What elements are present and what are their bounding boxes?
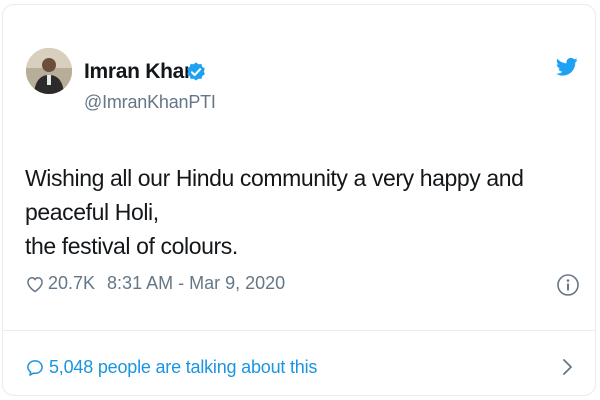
divider <box>3 330 595 331</box>
like-count[interactable]: 20.7K <box>48 273 95 294</box>
verified-badge-icon <box>187 62 205 81</box>
tweet-text-line-2: the festival of colours. <box>25 233 238 259</box>
tweet-text: Wishing all our Hindu community a very h… <box>25 161 585 263</box>
heart-icon[interactable] <box>25 274 45 294</box>
tweet-text-line-1: Wishing all our Hindu community a very h… <box>25 165 524 225</box>
tweet-meta: 20.7K 8:31 AM - Mar 9, 2020 <box>25 273 285 294</box>
talking-about-link[interactable]: 5,048 people are talking about this <box>25 357 317 378</box>
tweet-card[interactable]: Imran Khan @ImranKhanPTI Wishing all our… <box>2 4 596 396</box>
talking-about-text[interactable]: 5,048 people are talking about this <box>49 357 317 378</box>
twitter-bird-icon[interactable] <box>556 57 578 77</box>
author-handle[interactable]: @ImranKhanPTI <box>84 92 216 113</box>
author-name[interactable]: Imran Khan <box>84 60 197 84</box>
chevron-right-icon[interactable] <box>561 357 575 377</box>
user-avatar-icon <box>26 48 72 94</box>
author-avatar[interactable] <box>26 48 72 94</box>
tweet-timestamp[interactable]: 8:31 AM - Mar 9, 2020 <box>107 273 285 294</box>
speech-bubble-icon <box>27 359 43 376</box>
info-icon[interactable] <box>556 273 580 297</box>
